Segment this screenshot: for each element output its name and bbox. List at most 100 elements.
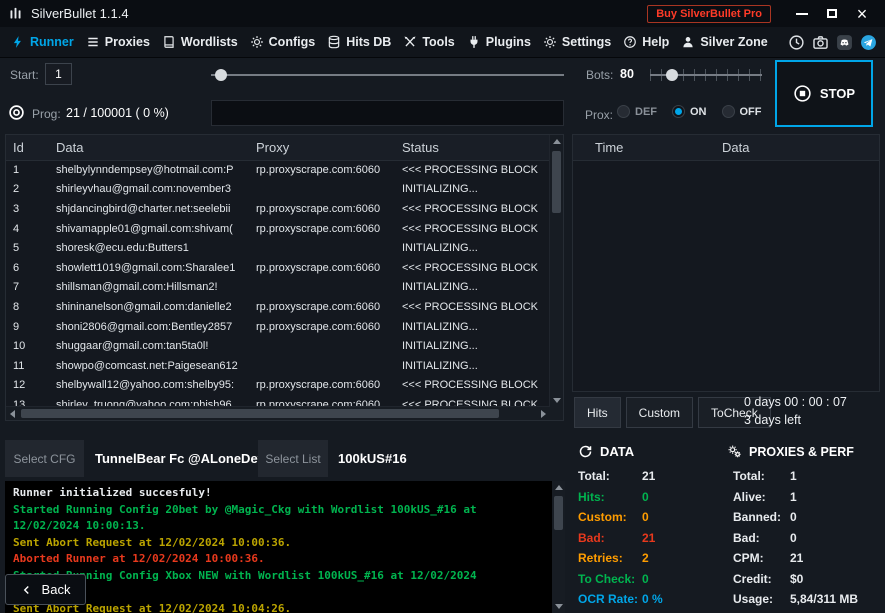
stat-value: $0 [790,572,858,586]
cell-status: INITIALIZING... [402,183,550,195]
stat-value: 5,84/311 MB [790,592,858,606]
scroll-down-arrow[interactable] [552,600,565,613]
stat-ocrrate: OCR Rate:0 % [578,589,663,610]
cell-id: 7 [13,281,56,293]
start-input[interactable] [45,63,72,85]
scrollbar-thumb[interactable] [554,496,563,530]
configs-icon [250,35,264,49]
nav-item-hits-db[interactable]: Hits DB [321,27,397,57]
stat-value: 1 [790,469,858,483]
log-line: Runner initialized succesfuly! [13,485,541,502]
prox-option-on[interactable]: ON [672,105,707,118]
minimize-button[interactable] [787,2,817,26]
slider-thumb[interactable] [215,69,227,81]
table-row[interactable]: 7shillsman@gmail.com:Hillsman2!INITIALIZ… [6,278,550,298]
maximize-button[interactable] [817,2,847,26]
log-line: Aborted Runner at 12/02/2024 10:00:36. [13,551,541,568]
back-button[interactable]: Back [5,574,86,605]
buy-pro-button[interactable]: Buy SilverBullet Pro [647,5,771,23]
horizontal-scrollbar[interactable] [6,406,550,420]
telegram-icon[interactable] [860,34,877,51]
runner-table-body: 1shelbylynndempsey@hotmail.com:Prp.proxy… [6,160,550,407]
start-label: Start: [10,68,39,82]
stat-value: 21 [642,469,663,483]
stat-label: Credit: [733,572,790,586]
data-stats-title: DATA [600,444,634,459]
tools-icon [403,35,417,49]
camera-icon[interactable] [812,34,829,51]
prox-option-def[interactable]: DEF [617,105,657,118]
lightning-icon [11,35,25,49]
cell-data: shjdancingbird@charter.net:seelebii [56,203,256,215]
table-row[interactable]: 4shivamapple01@gmail.com:shivam(rp.proxy… [6,219,550,239]
cell-id: 1 [13,164,56,176]
discord-icon[interactable] [836,34,853,51]
nav-item-silver-zone[interactable]: Silver Zone [675,27,773,57]
column-header-status: Status [402,140,550,155]
table-row[interactable]: 12shelbywall12@yahoo.com:shelby95:rp.pro… [6,376,550,396]
tab-custom[interactable]: Custom [626,397,693,428]
column-header-data: Data [56,140,256,155]
slider-thumb[interactable] [666,69,678,81]
log-line: Started Running Config Xbox NEW with Wor… [13,568,541,601]
table-row[interactable]: 5shoresk@ecu.edu:Butters1INITIALIZING... [6,238,550,258]
nav-item-wordlists[interactable]: Wordlists [156,27,244,57]
table-row[interactable]: 2shirleyvhau@gmail.com:november3INITIALI… [6,180,550,200]
nav-item-configs[interactable]: Configs [244,27,322,57]
back-chevron-icon [21,584,33,596]
nav-item-settings[interactable]: Settings [537,27,617,57]
cell-status: <<< PROCESSING BLOCK [402,262,550,274]
progress-value: 21 / 100001 ( 0 %) [66,106,169,120]
close-button[interactable]: × [847,2,877,26]
cell-data: showlett1019@gmail.com:Sharalee1 [56,262,256,274]
cell-status: INITIALIZING... [402,360,550,372]
tab-hits[interactable]: Hits [574,397,621,428]
scrollbar-thumb[interactable] [552,151,561,213]
nav-item-help[interactable]: Help [617,27,675,57]
titlebar: SilverBullet 1.1.4 Buy SilverBullet Pro … [0,0,885,27]
cell-id: 10 [13,340,56,352]
cell-data: shelbywall12@yahoo.com:shelby95: [56,379,256,391]
nav-item-label: Proxies [105,35,150,49]
stat-tocheck: To Check:0 [578,569,663,590]
nav-item-runner[interactable]: Runner [5,27,80,57]
stop-button[interactable]: STOP [775,60,873,127]
table-row[interactable]: 11showpo@comcast.net:Paigesean612INITIAL… [6,356,550,376]
nav-item-tools[interactable]: Tools [397,27,460,57]
nav-items: Runner Proxies WordlistsConfigs Hits DB Tool… [5,27,774,57]
cell-id: 11 [13,360,56,372]
scroll-left-arrow[interactable] [6,407,19,420]
scroll-up-arrow[interactable] [552,481,565,494]
nav-item-label: Settings [562,35,611,49]
scrollbar-thumb[interactable] [21,409,499,418]
cell-id: 12 [13,379,56,391]
nav-item-label: Hits DB [346,35,391,49]
progress-icon [8,104,25,121]
cell-proxy: rp.proxyscrape.com:6060 [256,262,402,274]
stat-value: 1 [790,490,858,504]
prox-option-off[interactable]: OFF [722,105,762,118]
scroll-up-arrow[interactable] [550,135,563,148]
select-wordlist-button[interactable]: Select List [258,440,328,477]
table-row[interactable]: 10shuggaar@gmail.com:tan5ta0l!INITIALIZI… [6,336,550,356]
table-row[interactable]: 8shininanelson@gmail.com:danielle2rp.pro… [6,297,550,317]
data-stats-list: Total:21Hits:0Custom:0Bad:21Retries:2To … [578,466,663,610]
select-config-button[interactable]: Select CFG [5,440,84,477]
table-row[interactable]: 1shelbylynndempsey@hotmail.com:Prp.proxy… [6,160,550,180]
table-row[interactable]: 3shjdancingbird@charter.net:seelebiirp.p… [6,199,550,219]
scroll-right-arrow[interactable] [537,407,550,420]
nav-item-plugins[interactable]: Plugins [461,27,537,57]
data-stats-header: DATA [578,444,634,459]
runner-table-header: IdDataProxyStatus [6,135,550,161]
table-row[interactable]: 9shoni2806@gmail.com:Bentley2857rp.proxy… [6,317,550,337]
vertical-scrollbar[interactable] [549,135,563,407]
nav-item-proxies[interactable]: Proxies [80,27,156,57]
log-scrollbar[interactable] [552,481,565,613]
clock-icon[interactable] [788,34,805,51]
stat-usage: Usage:5,84/311 MB [733,589,858,610]
proxies-icon [86,35,100,49]
table-row[interactable]: 6showlett1019@gmail.com:Sharalee1rp.prox… [6,258,550,278]
cell-proxy: rp.proxyscrape.com:6060 [256,223,402,235]
cell-status: <<< PROCESSING BLOCK [402,301,550,313]
scroll-down-arrow[interactable] [550,394,563,407]
